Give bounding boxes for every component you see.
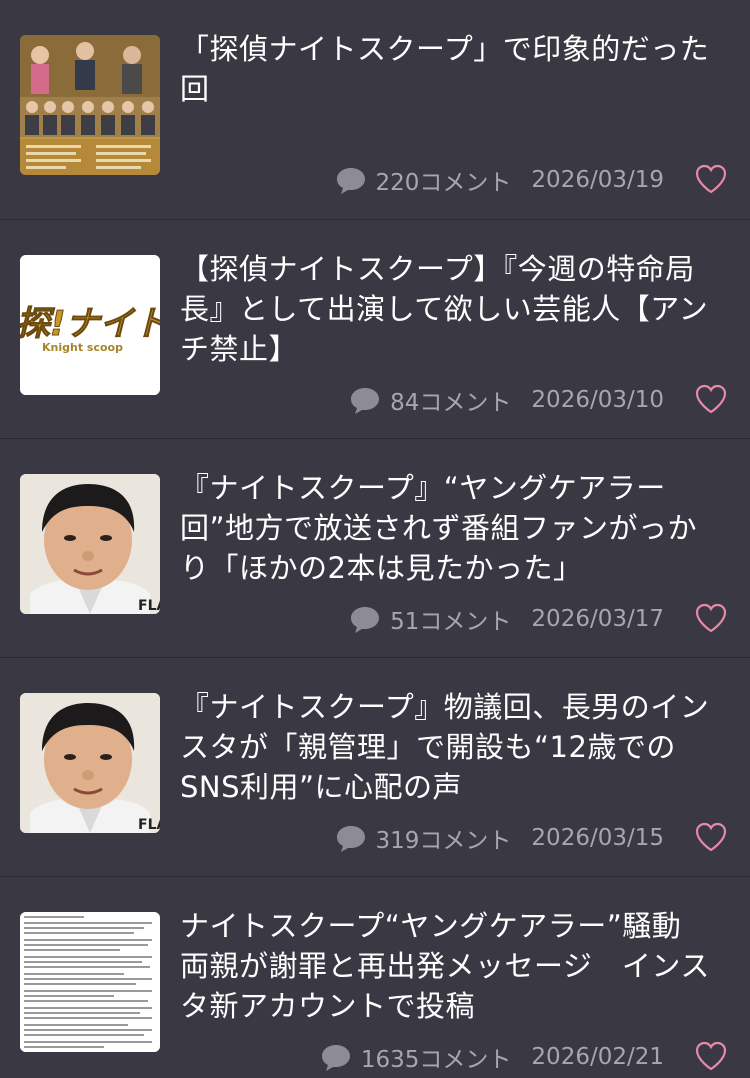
speech-bubble-icon	[336, 826, 365, 852]
article-thumbnail[interactable]	[20, 35, 160, 175]
comment-count: 220コメント	[375, 170, 512, 196]
article-date: 2026/03/17	[531, 606, 664, 632]
person-photo-icon: FLA	[20, 693, 160, 833]
article-title[interactable]: 「探偵ナイトスクープ」で印象的だった回	[180, 29, 725, 109]
article-date: 2026/03/15	[531, 825, 664, 851]
svg-text:探!ナイトスク: 探!ナイトスク	[20, 304, 160, 344]
heart-icon[interactable]	[694, 601, 728, 635]
article-thumbnail[interactable]: FLA	[20, 474, 160, 614]
article-item[interactable]: ナイトスクープ“ヤングケアラー”騒動 両親が謝罪と再出発メッセージ インスタ新ア…	[0, 876, 750, 1078]
comment-count: 319コメント	[375, 828, 512, 854]
article-meta: 1635コメント 2026/02/21	[319, 1038, 664, 1076]
article-thumbnail[interactable]	[20, 912, 160, 1052]
article-item[interactable]: FLA 『ナイトスクープ』“ヤングケアラー回”地方で放送されず番組ファンがっかり…	[0, 438, 750, 657]
heart-icon[interactable]	[694, 1039, 728, 1073]
article-title[interactable]: 【探偵ナイトスクープ】『今週の特命局長』として出演して欲しい芸能人【アンチ禁止】	[180, 249, 725, 369]
comment-count: 84コメント	[390, 390, 512, 416]
speech-bubble-icon	[336, 168, 365, 194]
article-date: 2026/02/21	[531, 1044, 664, 1070]
article-item[interactable]: FLA 『ナイトスクープ』物議回、長男のインスタが「親管理」で開設も“12歳での…	[0, 657, 750, 876]
watermark: FLA	[138, 817, 160, 833]
speech-bubble-icon	[351, 388, 380, 414]
article-meta: 220コメント 2026/03/19	[334, 161, 664, 199]
person-photo-icon: FLA	[20, 474, 160, 614]
knight-scoop-logo-icon: 探!ナイトスク Knight scoop	[20, 255, 160, 395]
article-thumbnail[interactable]: 探!ナイトスク Knight scoop	[20, 255, 160, 395]
article-item[interactable]: 「探偵ナイトスクープ」で印象的だった回 220コメント 2026/03/19	[0, 0, 750, 219]
article-item[interactable]: 探!ナイトスク Knight scoop 【探偵ナイトスクープ】『今週の特命局長…	[0, 219, 750, 438]
article-title[interactable]: 『ナイトスクープ』“ヤングケアラー回”地方で放送されず番組ファンがっかり「ほかの…	[180, 468, 725, 588]
article-date: 2026/03/10	[531, 387, 664, 413]
logo-text: Knight scoop	[42, 341, 123, 354]
comment-count: 51コメント	[390, 609, 512, 635]
heart-icon[interactable]	[694, 820, 728, 854]
speech-bubble-icon	[351, 607, 380, 633]
speech-bubble-icon	[321, 1045, 350, 1071]
heart-icon[interactable]	[694, 382, 728, 416]
article-thumbnail[interactable]: FLA	[20, 693, 160, 833]
article-date: 2026/03/19	[531, 167, 664, 193]
article-title[interactable]: ナイトスクープ“ヤングケアラー”騒動 両親が謝罪と再出発メッセージ インスタ新ア…	[180, 906, 725, 1026]
watermark: FLA	[138, 598, 160, 614]
article-meta: 51コメント 2026/03/17	[348, 600, 664, 638]
tv-cast-photo-icon	[20, 35, 160, 175]
article-title[interactable]: 『ナイトスクープ』物議回、長男のインスタが「親管理」で開設も“12歳でのSNS利…	[180, 687, 725, 807]
article-meta: 319コメント 2026/03/15	[334, 819, 664, 857]
article-meta: 84コメント 2026/03/10	[348, 381, 664, 419]
comment-count: 1635コメント	[360, 1047, 512, 1073]
article-list: 「探偵ナイトスクープ」で印象的だった回 220コメント 2026/03/19 探…	[0, 0, 750, 1078]
heart-icon[interactable]	[694, 162, 728, 196]
document-screenshot-icon	[20, 912, 160, 1052]
